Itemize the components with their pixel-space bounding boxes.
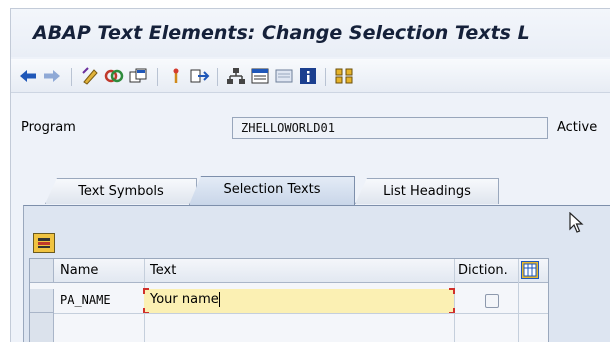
column-divider: [454, 259, 455, 342]
tab-text-symbols[interactable]: Text Symbols: [45, 178, 197, 204]
other-object-icon[interactable]: [127, 65, 149, 87]
focus-frame: [449, 288, 455, 294]
selection-text-value: Your name: [150, 292, 219, 307]
sap-window: ABAP Text Elements: Change Selection Tex…: [10, 8, 610, 342]
column-header-text[interactable]: Text: [150, 263, 176, 278]
selection-text-input[interactable]: Your name: [144, 289, 454, 313]
select-layout-icon[interactable]: [33, 233, 55, 253]
program-name-field[interactable]: ZHELLOWORLD01: [232, 117, 548, 139]
column-header-name[interactable]: Name: [60, 263, 98, 278]
table-row-name: PA_NAME: [60, 293, 111, 307]
title-bar: ABAP Text Elements: Change Selection Tex…: [11, 9, 610, 57]
where-used-icon[interactable]: [165, 65, 187, 87]
text-caret: [218, 292, 220, 307]
column-divider: [518, 259, 519, 342]
dictionary-ref-checkbox[interactable]: [485, 294, 499, 308]
navigate-icon[interactable]: [189, 65, 211, 87]
back-arrow-icon[interactable]: [17, 65, 39, 87]
row-divider: [54, 313, 548, 314]
forward-arrow-icon[interactable]: [41, 65, 63, 87]
program-status: Active: [557, 120, 598, 135]
display-change-icon[interactable]: [79, 65, 101, 87]
row-selector[interactable]: [30, 313, 54, 342]
toolbar-separator: [157, 68, 158, 86]
window-title: ABAP Text Elements: Change Selection Tex…: [33, 22, 530, 44]
toolbar-separator: [71, 68, 72, 86]
column-settings-icon[interactable]: [521, 261, 539, 279]
compare-icon[interactable]: [273, 65, 295, 87]
hierarchy-icon[interactable]: [225, 65, 247, 87]
tab-list-headings[interactable]: List Headings: [355, 178, 499, 204]
find-icon[interactable]: [333, 65, 355, 87]
tab-selection-texts[interactable]: Selection Texts: [189, 176, 355, 205]
activate-icon[interactable]: [103, 65, 125, 87]
column-header-dictionary[interactable]: Diction.: [458, 263, 508, 278]
selection-texts-table: Name Text Diction. PA_NAME Your name: [29, 258, 549, 342]
program-label: Program: [21, 120, 76, 135]
info-icon[interactable]: [297, 65, 319, 87]
toolbar-separator: [217, 68, 218, 86]
toolbar-separator: [325, 68, 326, 86]
tab-strip: Text Symbols Selection Texts List Headin…: [11, 174, 610, 206]
mouse-cursor-icon: [569, 211, 585, 238]
header-row-selector[interactable]: [30, 259, 54, 283]
application-toolbar: [11, 59, 610, 93]
row-selector[interactable]: [30, 289, 54, 313]
focus-frame: [143, 288, 149, 294]
layout-icon[interactable]: [249, 65, 271, 87]
